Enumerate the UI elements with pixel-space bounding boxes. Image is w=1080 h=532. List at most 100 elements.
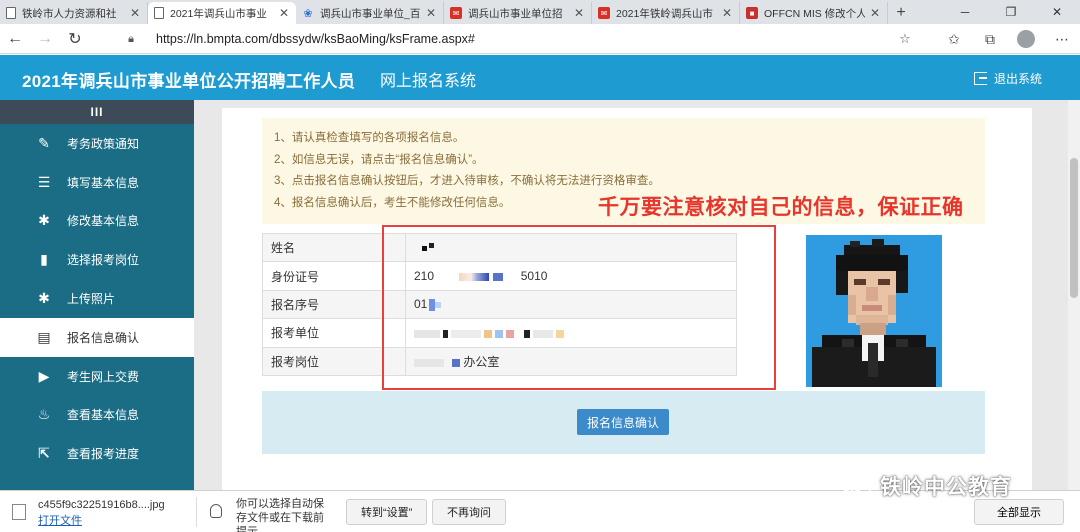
browser-tab-4[interactable]: ✉ 调兵山市事业单位招 ✕	[444, 2, 592, 24]
sidebar-item-label: 上传照片	[67, 292, 116, 307]
sidebar-toggle-button[interactable]: III	[0, 100, 194, 124]
window-controls: ─ ❐ ✕	[942, 0, 1080, 24]
close-tab-icon[interactable]: ✕	[573, 6, 585, 20]
site-header: 2021年调兵山市事业单位公开招聘工作人员 网上报名系统 退出系统	[0, 55, 1080, 100]
browser-tools: ✩ ⧉ ⋯	[936, 24, 1080, 54]
browser-tab-5[interactable]: ✉ 2021年铁岭调兵山市 ✕	[592, 2, 740, 24]
tab-title: 铁岭市人力资源和社	[22, 7, 117, 20]
sidebar-item-edit-basic-info[interactable]: ✱ 修改基本信息	[0, 202, 194, 241]
tab-title: 2021年铁岭调兵山市	[616, 7, 713, 20]
close-window-icon[interactable]: ✕	[1034, 0, 1080, 24]
annotation-text: 千万要注意核对自己的信息，保证正确	[598, 196, 964, 219]
close-tab-icon[interactable]: ✕	[129, 6, 141, 20]
open-file-link[interactable]: 打开文件	[38, 512, 165, 528]
logout-icon	[973, 72, 987, 85]
watermark-text: 铁岭中公教育	[880, 476, 1012, 499]
pixelated-portrait	[806, 235, 942, 387]
notice-line: 2、如信息无误，请点击“报名信息确认”。	[274, 153, 484, 166]
address-bar[interactable]: 🔒︎ https://ln.bmpta.com/dbssydw/ksBaoMin…	[120, 27, 916, 51]
offcn-icon: ✉	[450, 7, 462, 19]
document-icon	[6, 7, 16, 19]
tab-title: 调兵山市事业单位招	[468, 7, 563, 20]
browser-tab-3[interactable]: ❀ 调兵山市事业单位_百度 ✕	[296, 2, 444, 24]
confirm-info-button[interactable]: 报名信息确认	[577, 409, 669, 435]
id-card-icon: ▤	[37, 328, 51, 345]
download-item[interactable]: c455f9c32251916b8....jpg 打开文件	[12, 496, 192, 528]
sidebar-item-label: 填写基本信息	[67, 175, 140, 190]
page-scrollbar[interactable]	[1068, 100, 1080, 490]
sidebar-item-label: 选择报考岗位	[67, 253, 140, 268]
tab-title: 2021年调兵山市事业	[170, 7, 267, 20]
close-tab-icon[interactable]: ✕	[869, 6, 881, 20]
sidebar-item-confirm-info[interactable]: ▤ 报名信息确认	[0, 317, 194, 357]
sidebar-item-label: 修改基本信息	[67, 214, 140, 229]
external-link-icon: ⇱	[38, 445, 50, 462]
url-text: https://ln.bmpta.com/dbssydw/ksBaoMing/k…	[156, 32, 475, 46]
sidebar-item-label: 报名信息确认	[67, 330, 140, 345]
dont-ask-again-button[interactable]: 不再询问	[432, 499, 506, 525]
collections-icon[interactable]: ⧉	[972, 31, 1008, 48]
sidebar-item-upload-photo[interactable]: ✱ 上传照片	[0, 279, 194, 318]
browser-tab-6[interactable]: ■ OFFCN MIS 修改个人 ✕	[740, 2, 888, 24]
more-menu-icon[interactable]: ⋯	[1044, 31, 1080, 48]
lightbulb-icon	[210, 504, 222, 518]
lock-icon[interactable]: 🔒︎	[120, 33, 142, 46]
browser-tab-2[interactable]: 2021年调兵山市事业 ✕	[148, 2, 296, 24]
sidebar: III ✎ 考务政策通知 ☰ 填写基本信息 ✱ 修改基本信息 ▮ 选择报考岗位 …	[0, 100, 194, 490]
sidebar-item-label: 考生网上交费	[67, 369, 140, 384]
download-hint: 你可以选择自动保存文件或在下载前提示。	[236, 498, 324, 532]
wechat-logo-icon	[841, 475, 871, 497]
watermark: 铁岭中公教育	[840, 468, 1012, 504]
site-title: 2021年调兵山市事业单位公开招聘工作人员	[22, 72, 356, 91]
sidebar-item-view-progress[interactable]: ⇱ 查看报考进度	[0, 434, 194, 473]
sidebar-item-label: 查看报考进度	[67, 447, 140, 462]
tab-title: 调兵山市事业单位_百度	[320, 7, 421, 20]
go-to-settings-button[interactable]: 转到“设置”	[346, 499, 428, 525]
sidebar-item-label: 查看基本信息	[67, 408, 140, 423]
forward-arrow-icon[interactable]: →	[30, 24, 60, 54]
browser-toolbar: ← → ↻ 🔒︎ https://ln.bmpta.com/dbssydw/ks…	[0, 24, 1080, 54]
download-filename: c455f9c32251916b8....jpg	[38, 498, 165, 511]
sidebar-item-label: 考务政策通知	[67, 136, 140, 151]
back-arrow-icon[interactable]: ←	[0, 24, 30, 54]
fire-icon: ♨	[37, 406, 51, 423]
book-icon: ▮	[40, 251, 48, 268]
close-tab-icon[interactable]: ✕	[278, 6, 290, 20]
new-tab-icon[interactable]: +	[888, 2, 914, 24]
sidebar-item-online-payment[interactable]: ▶ 考生网上交费	[0, 357, 194, 396]
scrollbar-thumb[interactable]	[1070, 158, 1078, 298]
browser-tab-1[interactable]: 铁岭市人力资源和社 ✕	[0, 2, 148, 24]
offcn-icon: ✉	[598, 7, 610, 19]
notice-line: 1、请认真检查填写的各项报名信息。	[274, 132, 465, 144]
favorites-list-icon[interactable]: ✩	[936, 31, 972, 48]
applicant-photo	[806, 235, 942, 387]
edit-icon: ✎	[38, 134, 50, 151]
offcn-mis-icon: ■	[746, 7, 758, 19]
sidebar-item-policy-notice[interactable]: ✎ 考务政策通知	[0, 124, 194, 163]
favorite-star-icon[interactable]: ☆	[894, 31, 916, 47]
confirm-area: 报名信息确认	[262, 391, 985, 454]
browser-tab-bar: 铁岭市人力资源和社 ✕ 2021年调兵山市事业 ✕ ❀ 调兵山市事业单位_百度 …	[0, 0, 1080, 24]
site-subtitle: 网上报名系统	[380, 73, 477, 90]
sidebar-item-view-basic-info[interactable]: ♨ 查看基本信息	[0, 396, 194, 435]
sidebar-item-select-position[interactable]: ▮ 选择报考岗位	[0, 240, 194, 279]
minimize-icon[interactable]: ─	[942, 0, 988, 24]
file-icon	[12, 504, 26, 520]
tab-title: OFFCN MIS 修改个人	[764, 7, 865, 20]
maximize-icon[interactable]: ❐	[988, 0, 1034, 24]
gear-icon: ✱	[38, 290, 50, 307]
close-tab-icon[interactable]: ✕	[425, 6, 437, 20]
profile-avatar-icon[interactable]	[1017, 30, 1035, 48]
divider	[196, 497, 197, 527]
play-icon: ▶	[38, 367, 50, 384]
sidebar-item-fill-basic-info[interactable]: ☰ 填写基本信息	[0, 163, 194, 202]
baidu-paw-icon: ❀	[303, 7, 313, 20]
logout-label: 退出系统	[993, 72, 1042, 86]
gear-icon: ✱	[38, 212, 50, 229]
download-info: c455f9c32251916b8....jpg 打开文件	[38, 497, 165, 528]
logout-button[interactable]: 退出系统	[973, 70, 1042, 87]
refresh-icon[interactable]: ↻	[60, 24, 90, 54]
notice-line: 3、点击报名信息确认按钮后，才进入待审核，不确认将无法进行资格审查。	[274, 175, 660, 187]
close-tab-icon[interactable]: ✕	[721, 6, 733, 20]
document-icon	[154, 7, 164, 19]
